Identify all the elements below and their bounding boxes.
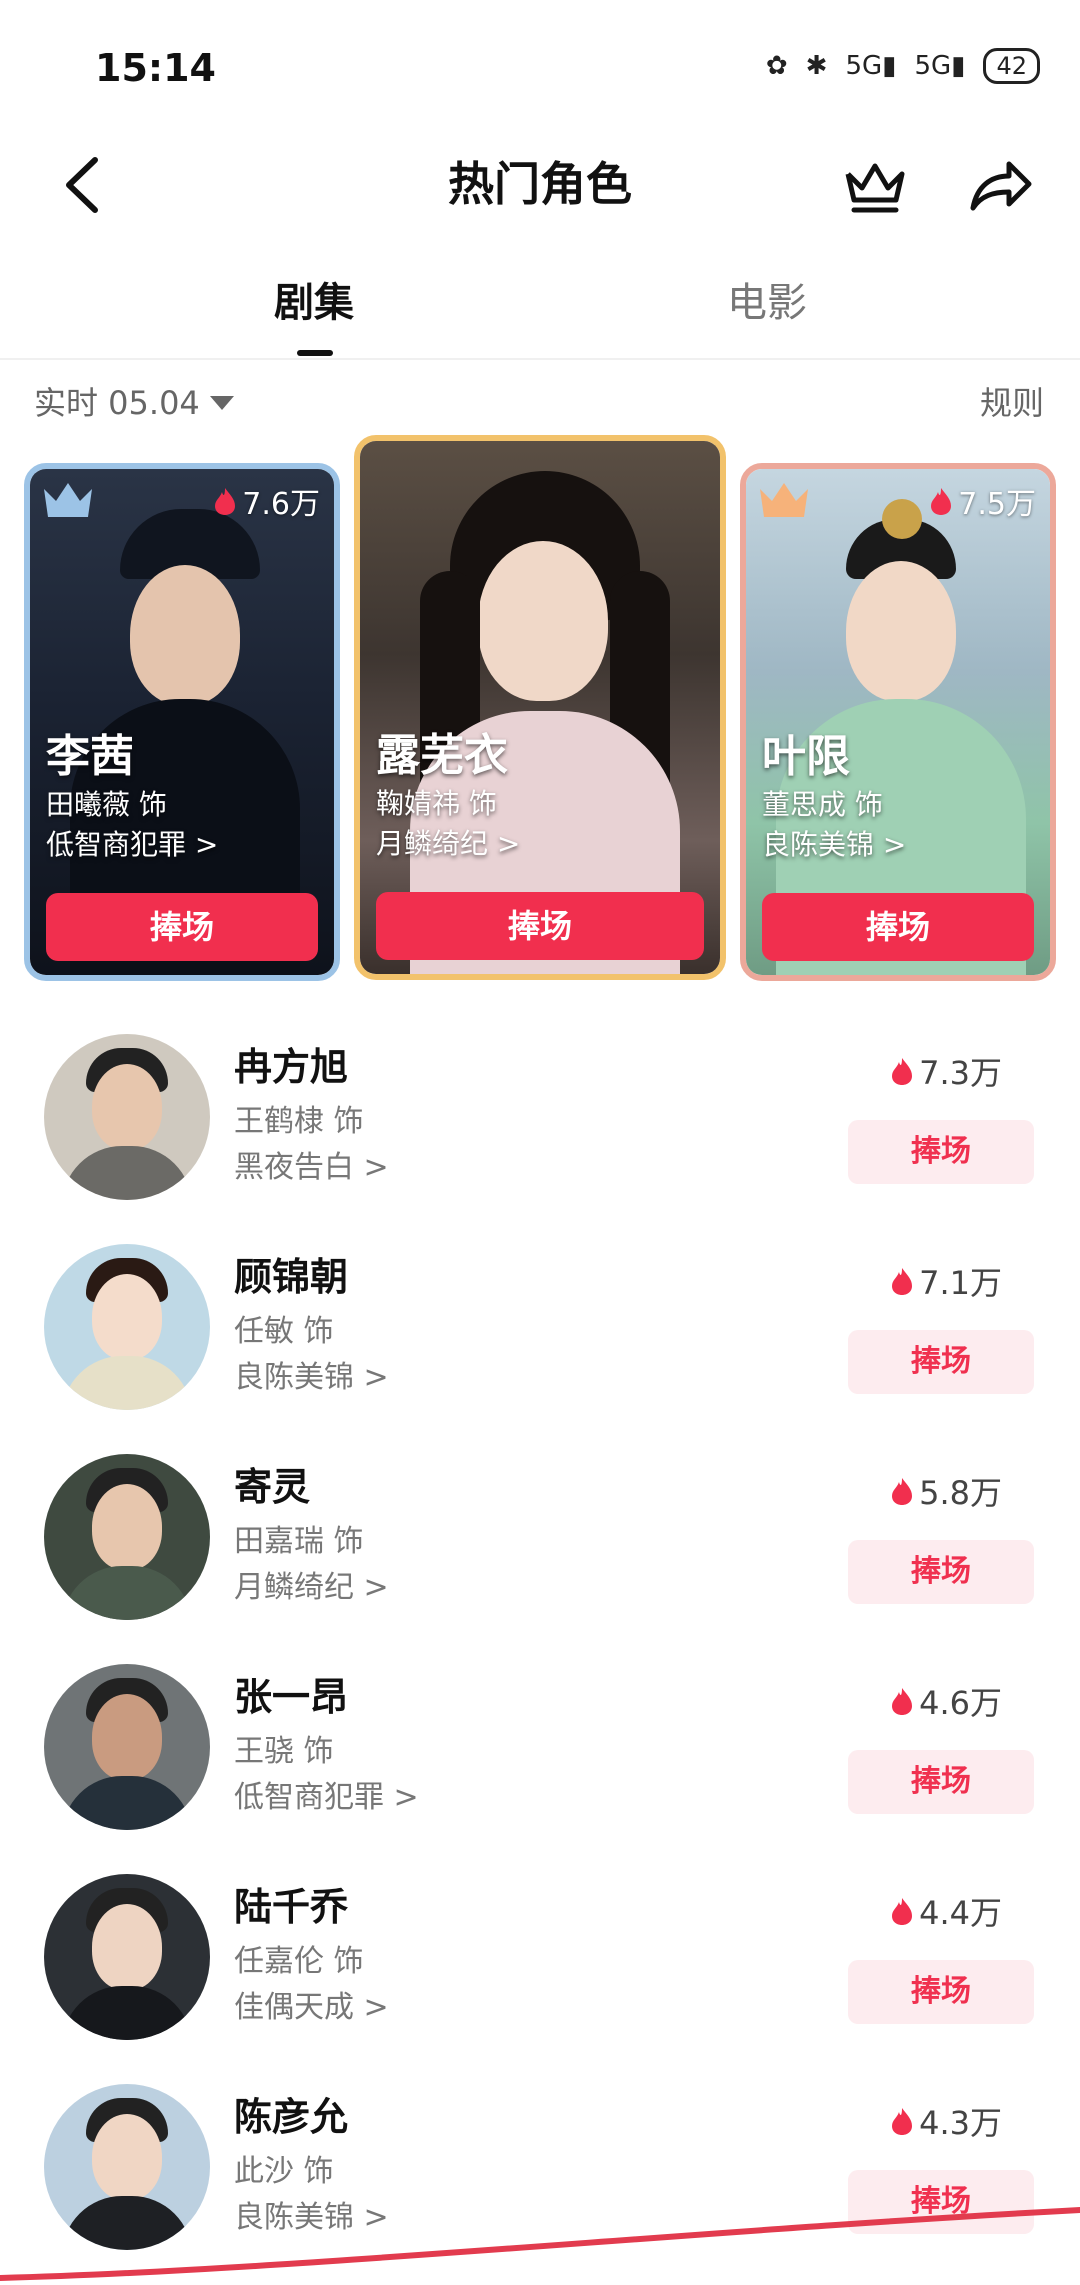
drama-link[interactable]: 黑夜告白 > (234, 1142, 389, 1186)
tab-bar: 剧集 电影 (0, 250, 1080, 360)
annotation-underline (0, 2207, 1080, 2281)
notification-icon: ✿ (765, 51, 788, 81)
actor-name: 王鹤棣 饰 (234, 1104, 364, 1139)
character-name: 露芜衣 (376, 730, 508, 781)
heat-count: 7.5万 (928, 479, 1036, 523)
card-info: 叶限 董思成 饰 良陈美锦 > (762, 729, 906, 865)
avatar[interactable] (44, 1664, 210, 1830)
signal-5g-icon: 5G▮ (845, 51, 897, 81)
character-name: 陆千乔 (234, 1885, 349, 1929)
avatar[interactable] (44, 1874, 210, 2040)
battery-indicator: 42 (983, 48, 1040, 84)
share-icon[interactable] (965, 152, 1035, 218)
flame-icon (931, 488, 952, 515)
flame-icon (892, 1268, 913, 1295)
actor-name: 董思成 饰 (762, 788, 883, 821)
flame-icon (215, 488, 236, 515)
heat-value: 5.8万 (919, 1474, 1002, 1512)
heat-count: 5.8万 (889, 1468, 1002, 1514)
list-item[interactable]: 张一昂 王骁 饰 低智商犯罪 > 4.6万 捧场 (0, 1656, 1080, 1866)
heat-value: 7.3万 (919, 1054, 1002, 1092)
heat-count: 7.1万 (889, 1258, 1002, 1304)
status-time: 15:14 (95, 46, 216, 90)
drama-link[interactable]: 良陈美锦 > (234, 1352, 389, 1396)
cheer-button[interactable]: 捧场 (376, 892, 704, 960)
rules-link[interactable]: 规则 (980, 378, 1044, 424)
character-name: 张一昂 (234, 1675, 349, 1719)
list-item[interactable]: 寄灵 田嘉瑞 饰 月鳞绮纪 > 5.8万 捧场 (0, 1446, 1080, 1656)
flame-icon (892, 1688, 913, 1715)
heat-count: 4.4万 (889, 1888, 1002, 1934)
date-filter-dropdown[interactable]: 实时 05.04 (34, 378, 234, 424)
heat-value: 4.3万 (919, 2104, 1002, 2142)
list-item[interactable]: 顾锦朝 任敏 饰 良陈美锦 > 7.1万 捧场 (0, 1236, 1080, 1446)
heat-value: 7.6万 (242, 487, 320, 522)
crown-icon[interactable] (842, 152, 908, 218)
cheer-button[interactable]: 捧场 (848, 1330, 1034, 1394)
actor-name: 鞠婧祎 饰 (376, 787, 497, 820)
avatar[interactable] (44, 1454, 210, 1620)
top-card-rank-3[interactable]: 7.5万 叶限 董思成 饰 良陈美锦 > 捧场 (740, 463, 1056, 981)
page-title: 热门角色 (448, 157, 632, 211)
date-filter-label: 实时 05.04 (34, 384, 200, 422)
drama-link[interactable]: 佳偶天成 > (234, 1982, 389, 2026)
drama-link[interactable]: 月鳞绮纪 > (234, 1562, 389, 1606)
active-tab-indicator (297, 350, 333, 356)
nav-bar: 热门角色 (0, 130, 1080, 240)
heat-count: 7.3万 (889, 1048, 1002, 1094)
flame-icon (892, 1478, 913, 1505)
character-name: 陈彦允 (234, 2095, 349, 2139)
status-bar: 15:14 ✿ ✱ 5G▮ 5G▮ 42 (0, 0, 1080, 130)
avatar[interactable] (44, 1244, 210, 1410)
list-item[interactable]: 冉方旭 王鹤棣 饰 黑夜告白 > 7.3万 捧场 (0, 1026, 1080, 1236)
heat-count: 4.6万 (889, 1678, 1002, 1724)
character-name: 寄灵 (234, 1465, 311, 1509)
caret-down-icon (209, 396, 234, 410)
character-name: 顾锦朝 (234, 1255, 349, 1299)
cheer-button[interactable]: 捧场 (848, 1120, 1034, 1184)
drama-link[interactable]: 低智商犯罪 > (46, 825, 218, 865)
cheer-button[interactable]: 捧场 (848, 1540, 1034, 1604)
character-name: 叶限 (762, 731, 850, 782)
avatar[interactable] (44, 1034, 210, 1200)
cheer-button[interactable]: 捧场 (46, 893, 318, 961)
tab-series[interactable]: 剧集 (274, 270, 354, 328)
tab-movie[interactable]: 电影 (727, 270, 807, 328)
heat-value: 4.4万 (919, 1894, 1002, 1932)
actor-name: 此沙 饰 (234, 2154, 334, 2189)
crown-badge-icon (760, 483, 808, 517)
list-item[interactable]: 陆千乔 任嘉伦 饰 佳偶天成 > 4.4万 捧场 (0, 1866, 1080, 2076)
crown-badge-icon (44, 483, 92, 517)
drama-link[interactable]: 月鳞绮纪 > (376, 824, 520, 864)
card-info: 露芜衣 鞠婧祎 饰 月鳞绮纪 > (376, 728, 520, 864)
heat-value: 4.6万 (919, 1684, 1002, 1722)
heat-value: 7.1万 (919, 1264, 1002, 1302)
character-name: 李茜 (46, 731, 134, 782)
cheer-button[interactable]: 捧场 (848, 1960, 1034, 2024)
flame-icon (892, 1058, 913, 1085)
card-info: 李茜 田曦薇 饰 低智商犯罪 > (46, 729, 218, 865)
top-card-rank-1[interactable]: 露芜衣 鞠婧祎 饰 月鳞绮纪 > 捧场 (354, 435, 726, 980)
actor-name: 田嘉瑞 饰 (234, 1524, 364, 1559)
top-card-rank-2[interactable]: 7.6万 李茜 田曦薇 饰 低智商犯罪 > 捧场 (24, 463, 340, 981)
cheer-button[interactable]: 捧场 (762, 893, 1034, 961)
flame-icon (892, 2108, 913, 2135)
drama-link[interactable]: 良陈美锦 > (762, 825, 906, 865)
actor-name: 任嘉伦 饰 (234, 1944, 364, 1979)
character-name: 冉方旭 (234, 1045, 349, 1089)
cheer-button[interactable]: 捧场 (848, 1750, 1034, 1814)
heat-count: 7.6万 (212, 479, 320, 523)
actor-name: 任敏 饰 (234, 1314, 334, 1349)
flame-icon (892, 1898, 913, 1925)
heat-count: 4.3万 (889, 2098, 1002, 2144)
actor-name: 田曦薇 饰 (46, 788, 167, 821)
status-icons: ✿ ✱ 5G▮ 5G▮ 42 (766, 48, 1040, 84)
actor-name: 王骁 饰 (234, 1734, 334, 1769)
drama-link[interactable]: 低智商犯罪 > (234, 1772, 419, 1816)
signal-5g-icon-2: 5G▮ (914, 51, 966, 81)
filter-row: 实时 05.04 规则 (0, 372, 1080, 432)
bluetooth-icon: ✱ (805, 51, 828, 81)
heat-value: 7.5万 (958, 487, 1036, 522)
